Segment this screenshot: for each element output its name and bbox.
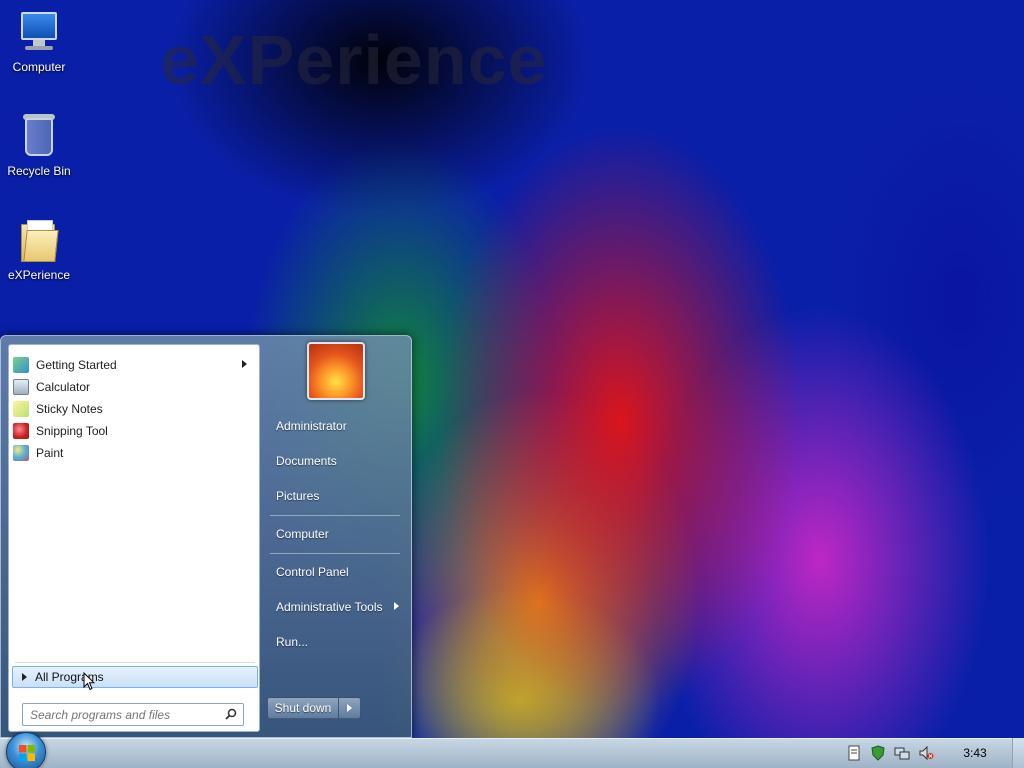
all-programs-button[interactable]: All Programs	[12, 666, 258, 688]
divider	[270, 553, 400, 554]
menu-item-run[interactable]: Run...	[276, 635, 308, 649]
snipping-tool-icon	[13, 422, 29, 439]
program-label: Snipping Tool	[36, 423, 108, 438]
program-snipping-tool[interactable]: Snipping Tool	[13, 420, 257, 441]
getting-started-icon	[13, 356, 29, 373]
action-center-icon[interactable]	[846, 745, 862, 761]
paint-icon	[13, 444, 29, 461]
user-picture[interactable]	[307, 342, 365, 400]
menu-item-pictures[interactable]: Pictures	[276, 489, 319, 503]
folder-icon	[15, 216, 63, 264]
menu-item-documents[interactable]: Documents	[276, 454, 337, 468]
desktop-icon-experience[interactable]: eXPerience	[0, 216, 78, 282]
program-getting-started[interactable]: Getting Started	[13, 354, 257, 375]
sticky-notes-icon	[13, 400, 29, 417]
show-desktop-button[interactable]	[1012, 738, 1024, 768]
windows-logo-icon	[19, 745, 35, 761]
program-label: Getting Started	[36, 357, 117, 372]
calculator-icon	[13, 378, 29, 395]
search-input[interactable]	[22, 703, 244, 726]
divider	[15, 662, 255, 663]
divider	[270, 515, 400, 516]
menu-item-administrative-tools[interactable]: Administrative Tools	[276, 600, 383, 614]
program-calculator[interactable]: Calculator	[13, 376, 257, 397]
desktop-icon-recycle-bin[interactable]: Recycle Bin	[0, 112, 78, 178]
program-paint[interactable]: Paint	[13, 442, 257, 463]
wallpaper-logo: eXPerience	[160, 21, 548, 99]
search-icon[interactable]	[225, 708, 237, 720]
program-label: Sticky Notes	[36, 401, 103, 416]
menu-item-computer[interactable]: Computer	[276, 527, 329, 541]
desktop-icon-label: eXPerience	[7, 268, 71, 282]
program-sticky-notes[interactable]: Sticky Notes	[13, 398, 257, 419]
expand-arrow-icon	[22, 673, 27, 681]
volume-muted-icon[interactable]	[918, 745, 934, 761]
programs-pane: Getting Started Calculator Sticky Notes …	[8, 344, 260, 732]
computer-icon	[15, 8, 63, 56]
menu-item-administrator[interactable]: Administrator	[276, 419, 347, 433]
mouse-cursor-icon	[83, 672, 95, 691]
taskbar-clock[interactable]: 3:43	[955, 746, 995, 760]
desktop-icon-computer[interactable]: Computer	[0, 8, 78, 74]
menu-item-control-panel[interactable]: Control Panel	[276, 565, 349, 579]
program-label: Calculator	[36, 379, 91, 394]
submenu-arrow-icon	[394, 602, 399, 610]
shutdown-button[interactable]: Shut down	[267, 697, 339, 719]
recycle-bin-icon	[15, 112, 63, 160]
start-button[interactable]	[6, 732, 46, 768]
network-icon[interactable]	[894, 745, 910, 761]
shutdown-options-button[interactable]	[339, 697, 361, 719]
program-label: Paint	[36, 445, 64, 460]
security-icon[interactable]	[870, 745, 886, 761]
submenu-arrow-icon	[242, 360, 247, 368]
desktop-icon-label: Computer	[12, 60, 66, 74]
desktop-icon-label: Recycle Bin	[7, 164, 71, 178]
